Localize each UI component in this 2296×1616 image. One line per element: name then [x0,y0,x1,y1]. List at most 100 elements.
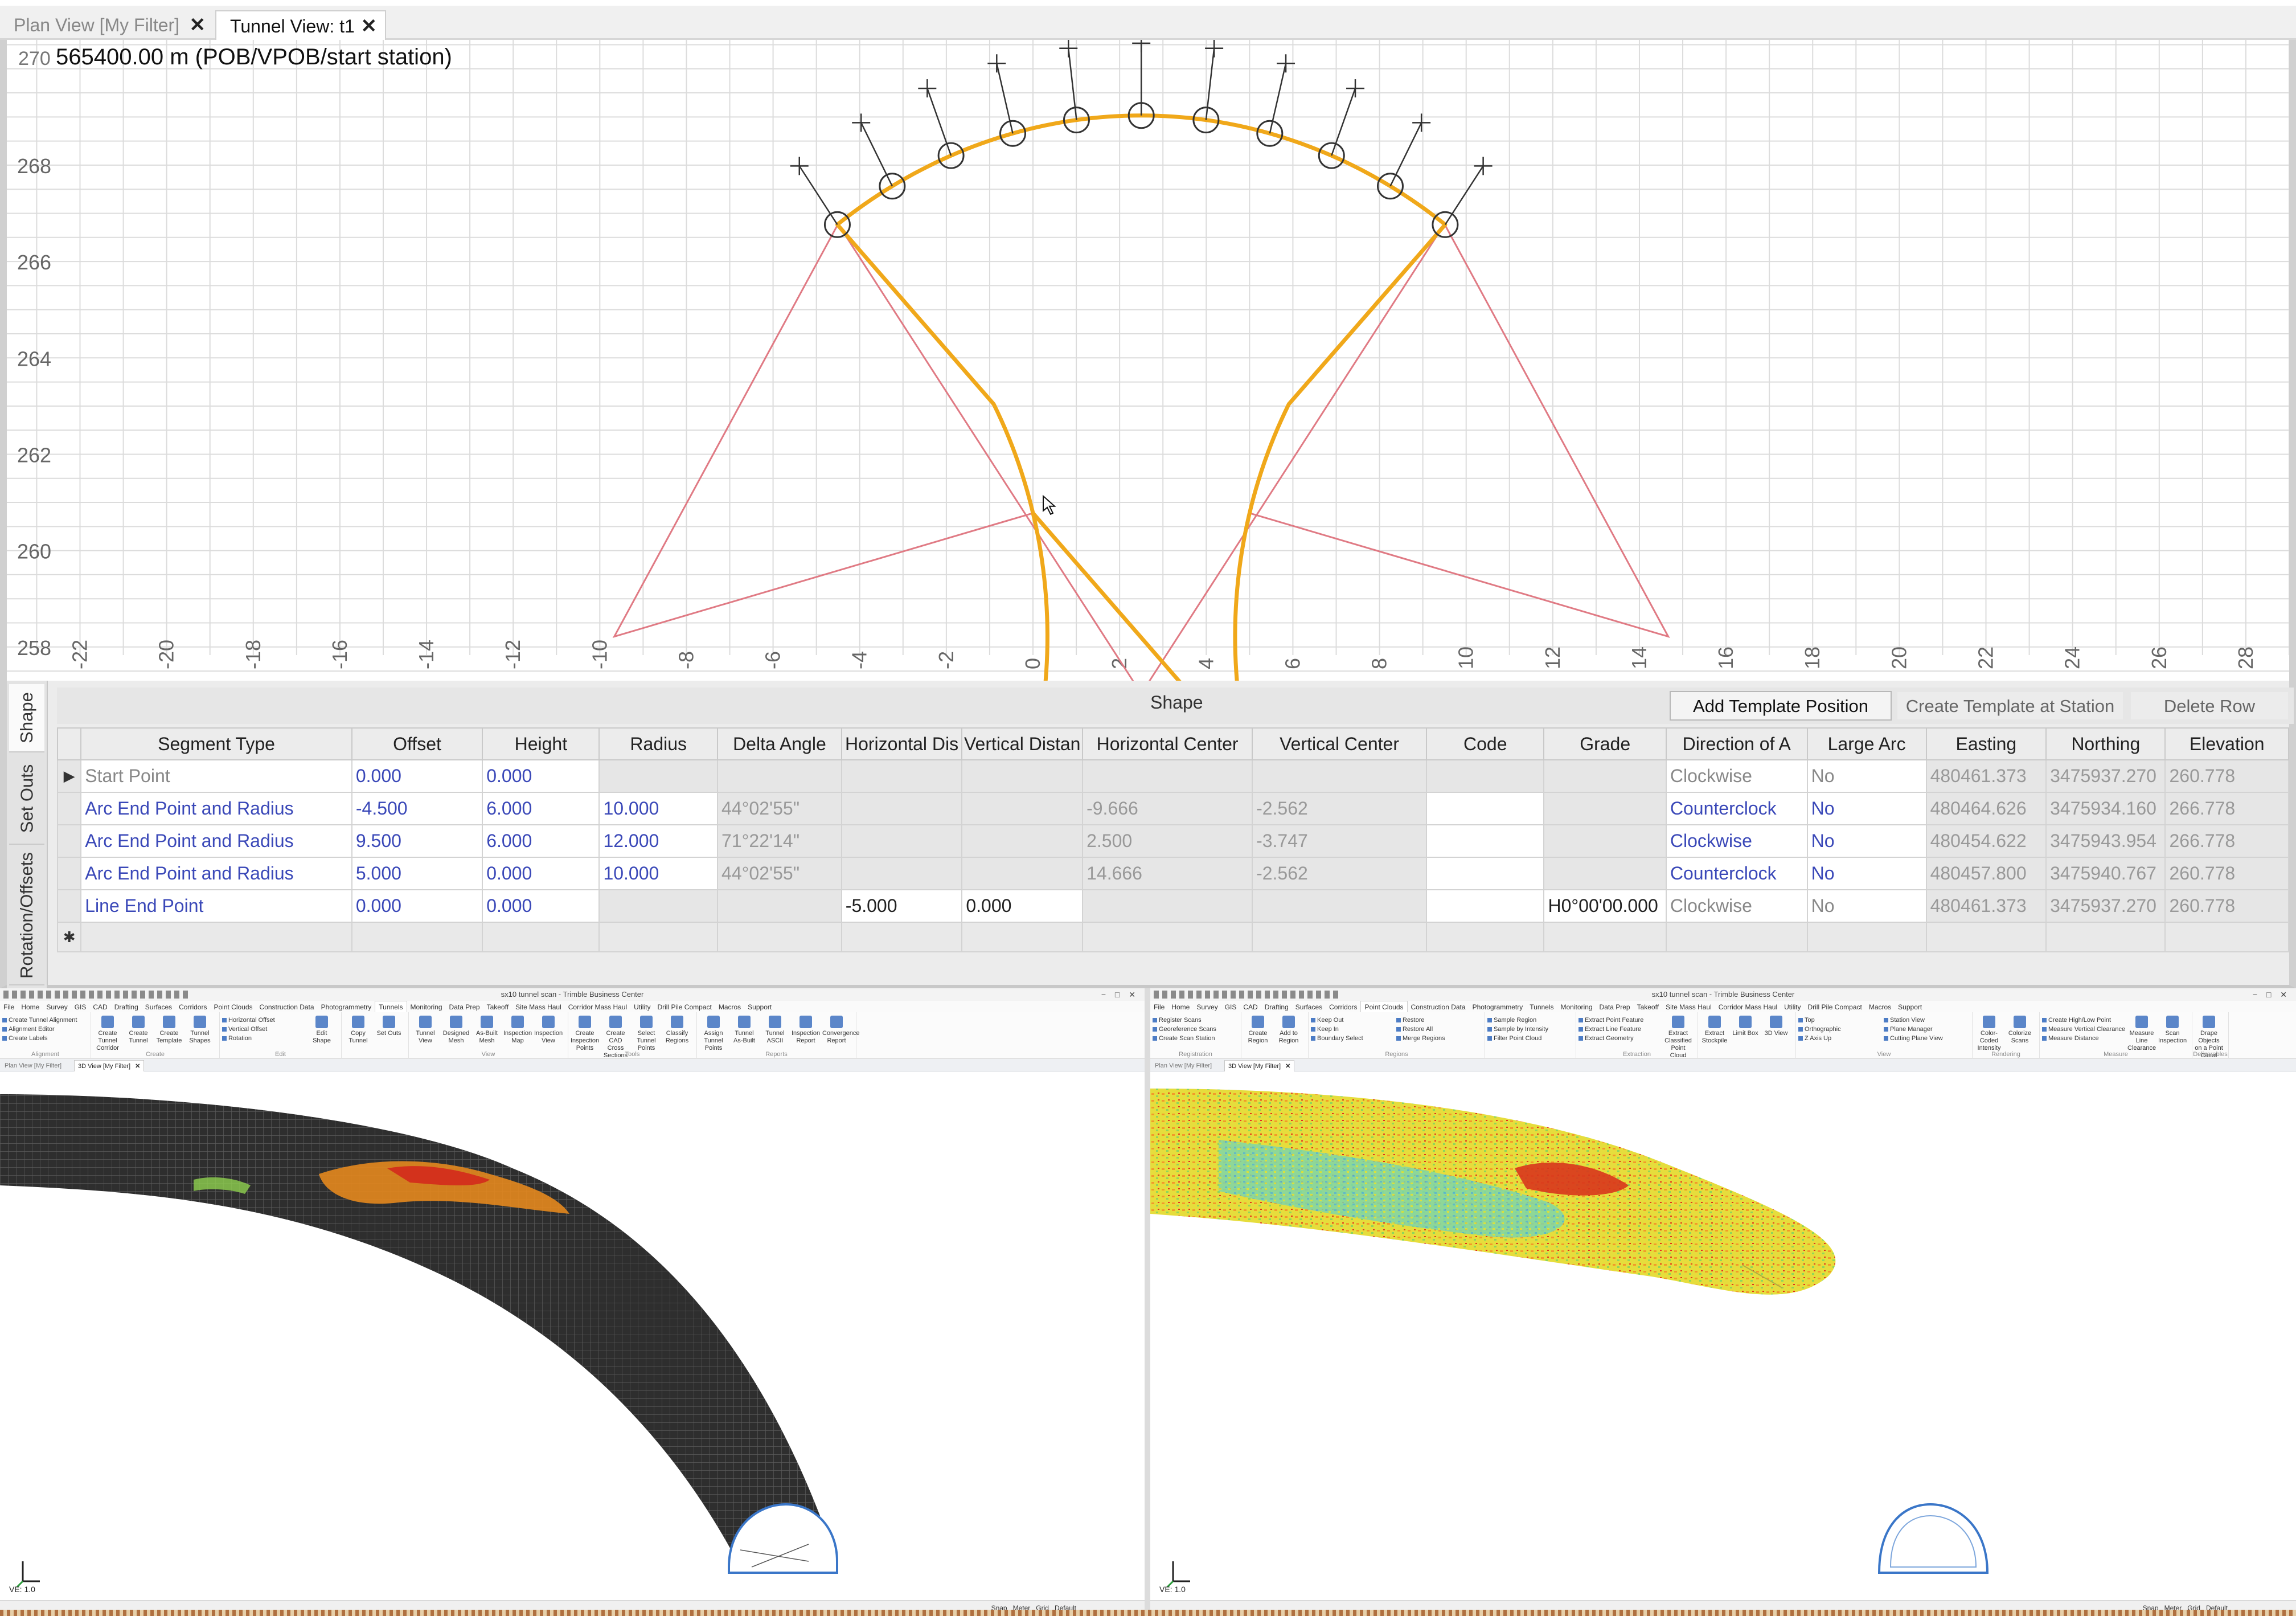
menu-item[interactable]: Home [18,1001,43,1012]
table-cell[interactable]: 260.778 [2164,759,2289,793]
ribbon-button[interactable]: Tunnel Shapes [186,1016,214,1045]
menu-item[interactable]: Data Prep [446,1001,483,1012]
ribbon-button[interactable]: Inspection Map [503,1016,532,1045]
tunnel-cross-section-plot[interactable]: 268266264262260258 -22 -20 -18 -16 -14 -12 -10-… [7,40,2289,681]
ribbon-command[interactable]: Boundary Select [1311,1034,1363,1043]
ribbon-command[interactable]: Measure Vertical Clearance [2042,1025,2125,1034]
tab-plan-view[interactable]: Plan View [My Filter] [1,1060,65,1071]
table-cell[interactable]: No [1806,889,1927,923]
menu-item[interactable]: Support [744,1001,775,1012]
ribbon-command[interactable]: Extract Geometry [1578,1034,1643,1043]
ribbon-command[interactable]: Keep In [1311,1025,1363,1034]
column-header[interactable]: Vertical Center [1252,727,1427,760]
table-cell[interactable]: Counterclock [1665,857,1808,890]
table-cell[interactable]: 0.000 [351,759,483,793]
ribbon-button[interactable]: Create Template [155,1016,183,1045]
table-cell[interactable] [1665,922,1808,952]
table-cell[interactable]: 0.000 [351,889,483,923]
menu-item[interactable]: Survey [1193,1001,1221,1012]
table-cell[interactable]: 12.000 [598,824,719,858]
side-tab-shape[interactable]: Shape [9,684,44,752]
tunnel-mesh-render[interactable] [0,1071,1145,1595]
table-cell[interactable] [1425,824,1545,858]
table-cell[interactable]: -4.500 [351,792,483,825]
menu-item[interactable]: Corridor Mass Haul [565,1001,630,1012]
table-cell[interactable] [2045,922,2166,952]
table-cell[interactable]: 260.778 [2164,889,2289,923]
menu-item[interactable]: Photogrammetry [1469,1001,1527,1012]
menu-item[interactable]: Monitoring [407,1001,446,1012]
window-controls[interactable]: − □ ✕ [2253,988,2290,1001]
table-cell[interactable] [1543,759,1667,793]
table-cell[interactable] [1252,889,1427,923]
table-cell[interactable] [598,889,719,923]
table-cell[interactable] [1543,922,1667,952]
table-row[interactable]: Arc End Point and Radius 9.500 6.000 12.000… [56,824,2289,858]
table-cell[interactable] [1543,824,1667,858]
row-indicator[interactable] [56,857,82,890]
table-cell[interactable] [598,759,719,793]
menu-item[interactable]: Tunnels [375,1001,407,1012]
close-icon[interactable]: ✕ [135,1063,140,1070]
table-cell[interactable]: 480454.622 [1925,824,2047,858]
table-cell[interactable]: 3475943.954 [2045,824,2166,858]
3d-view-point-cloud[interactable] [1150,1071,2296,1595]
menu-item[interactable]: GIS [71,1001,90,1012]
ribbon-button[interactable]: Tunnel View [411,1016,440,1045]
table-cell[interactable] [1082,759,1253,793]
column-header[interactable]: Horizontal Dis [840,727,963,760]
ribbon-button[interactable]: Tunnel As-Built [730,1016,758,1045]
table-cell[interactable]: -2.562 [1252,792,1427,825]
menu-item[interactable]: Drafting [1261,1001,1292,1012]
ribbon-command[interactable]: Rotation [222,1034,275,1043]
ribbon-command[interactable]: Sample Region [1487,1016,1548,1025]
column-header[interactable]: Elevation [2164,727,2289,760]
table-cell[interactable]: 3475937.270 [2045,889,2166,923]
table-cell[interactable] [1252,759,1427,793]
tab-plan-view[interactable]: Plan View [My Filter] ✕ [0,10,214,40]
table-cell[interactable]: 9.500 [351,824,483,858]
row-indicator[interactable] [56,824,82,858]
ribbon-button[interactable]: Add to Region [1274,1016,1303,1045]
menu-item[interactable]: Utility [1781,1001,1804,1012]
menu-item[interactable]: Home [1168,1001,1193,1012]
side-tab-set-outs[interactable]: Set Outs [9,754,44,845]
ribbon-button[interactable]: Assign Tunnel Points [699,1016,728,1052]
ribbon-command[interactable]: Horizontal Offset [222,1016,275,1025]
table-cell[interactable] [1425,759,1545,793]
table-cell[interactable] [1806,922,1927,952]
ribbon-command[interactable]: Z Axis Up [1798,1034,1841,1043]
table-cell[interactable]: No [1806,824,1927,858]
table-cell[interactable]: -9.666 [1082,792,1253,825]
table-cell[interactable] [840,922,963,952]
table-cell[interactable] [1425,792,1545,825]
ribbon-command[interactable]: Restore [1396,1016,1445,1025]
row-indicator[interactable] [56,792,82,825]
table-cell[interactable]: 44°02'55" [717,857,842,890]
table-cell[interactable]: 480457.800 [1925,857,2047,890]
menu-item[interactable]: Corridors [175,1001,210,1012]
ribbon-button[interactable]: Extract Stockpile [1700,1016,1729,1045]
table-cell[interactable]: 266.778 [2164,792,2289,825]
table-row[interactable]: Arc End Point and Radius 5.000 0.000 10.000… [56,857,2289,890]
ribbon-command[interactable]: Extract Line Feature [1578,1025,1643,1034]
ribbon-command[interactable]: Sample by Intensity [1487,1025,1548,1034]
menu-item[interactable]: Point Clouds [1360,1001,1408,1012]
table-cell[interactable] [961,792,1084,825]
table-cell[interactable]: -2.562 [1252,857,1427,890]
table-cell[interactable]: 71°22'14" [717,824,842,858]
ribbon-command[interactable]: Register Scans [1153,1016,1216,1025]
delete-row-button[interactable]: Delete Row [2130,691,2289,721]
ribbon-command[interactable]: Orthographic [1798,1025,1841,1034]
ribbon-command[interactable]: Top [1798,1016,1841,1025]
add-template-position-button[interactable]: Add Template Position [1670,691,1892,721]
ribbon-button[interactable]: Limit Box [1731,1016,1760,1037]
table-cell[interactable]: No [1806,792,1927,825]
ribbon-command[interactable]: Create Labels [2,1034,77,1043]
menu-item[interactable]: Data Prep [1596,1001,1634,1012]
table-cell[interactable]: -3.747 [1252,824,1427,858]
table-cell[interactable]: 2.500 [1082,824,1253,858]
shape-segments-table[interactable]: Segment Type Offset Height Radius Delta … [56,727,2289,952]
table-cell[interactable] [1082,889,1253,923]
table-cell[interactable] [1925,922,2047,952]
